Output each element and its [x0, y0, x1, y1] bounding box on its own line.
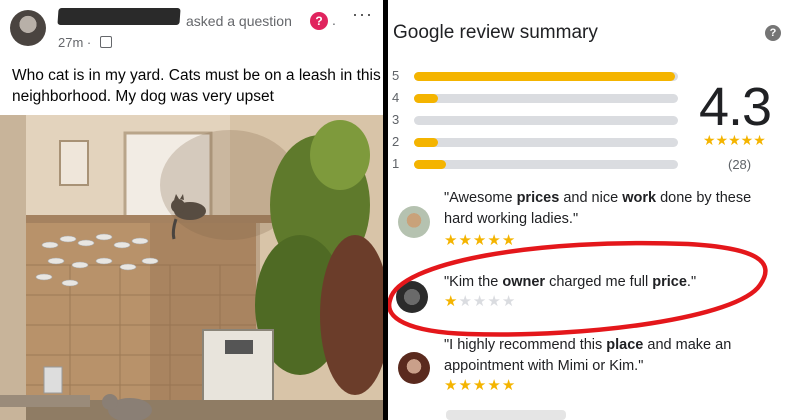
review-count[interactable]: (28) [728, 157, 751, 172]
rating-bar-track [414, 72, 678, 81]
star-filled-icon: ★ [472, 377, 488, 394]
star-filled-icon: ★ [487, 232, 502, 249]
help-icon[interactable]: ? [765, 25, 781, 41]
review-summary-title: Google review summary [393, 22, 598, 43]
review-keyword: work [622, 190, 657, 206]
review-text-segment: charged me full [545, 274, 653, 290]
review-text: "I highly recommend this place and make … [444, 335, 784, 377]
post-photo[interactable] [0, 115, 383, 420]
star-empty-icon: ★ [487, 293, 502, 310]
facebook-post: asked a question ? . ··· 27m · Who cat i… [0, 0, 383, 420]
post-timestamp[interactable]: 27m · [58, 35, 91, 50]
review-text: "Awesome prices and nice work done by th… [444, 188, 784, 230]
header-dot: . [332, 12, 336, 28]
author-avatar[interactable] [10, 10, 46, 46]
post-body: Who cat is in my yard. Cats must be on a… [12, 67, 381, 105]
reviewer-avatar[interactable] [398, 206, 430, 238]
rating-bar-label: 3 [392, 112, 400, 127]
star-filled-icon: ★ [444, 232, 459, 249]
average-rating: 4.3 [699, 77, 772, 137]
star-empty-icon: ★ [501, 293, 517, 310]
star-empty-icon: ★ [472, 293, 488, 310]
author-name-redacted [57, 8, 181, 25]
rating-bar-label: 5 [392, 68, 400, 83]
rating-bar-track [414, 160, 678, 169]
average-stars: ★★★★★ [703, 132, 766, 148]
rating-bar-track [414, 116, 678, 125]
review-stars: ★★★★★ [444, 292, 516, 310]
star-empty-icon: ★ [458, 293, 473, 310]
review-text-segment: "I highly recommend this [444, 337, 607, 353]
review-text-segment: "Kim the [444, 274, 503, 290]
rating-bar-fill [414, 160, 446, 169]
rating-bar-label: 1 [392, 156, 400, 171]
reviewer-avatar[interactable] [398, 352, 430, 384]
star-filled-icon: ★ [472, 232, 488, 249]
rating-bar-fill [414, 138, 438, 147]
review-keyword: place [606, 337, 644, 353]
rating-bar-track [414, 94, 678, 103]
review-stars: ★★★★★ [444, 376, 516, 394]
review-keyword: prices [516, 190, 560, 206]
rating-bar-track [414, 138, 678, 147]
rating-bar-fill [414, 72, 676, 81]
next-review-cut-off [446, 410, 566, 420]
google-review-summary: Google review summary ? 54321 4.3 ★★★★★ … [388, 0, 800, 420]
audience-icon [100, 36, 112, 48]
review-text-segment: and nice [559, 190, 623, 206]
review-text-segment: ." [686, 274, 697, 290]
review-keyword: price [652, 274, 687, 290]
star-filled-icon: ★ [444, 293, 459, 310]
review-text: "Kim the owner charged me full price." [444, 272, 784, 293]
post-action-text: asked a question [186, 13, 292, 29]
more-options-icon[interactable]: ··· [352, 4, 373, 25]
star-filled-icon: ★ [501, 232, 517, 249]
star-filled-icon: ★ [444, 377, 459, 394]
star-filled-icon: ★ [501, 377, 517, 394]
review-text-segment: "Awesome [444, 190, 517, 206]
question-icon: ? [310, 12, 328, 30]
star-filled-icon: ★ [487, 377, 502, 394]
yard-photo-illustration [0, 115, 383, 420]
rating-bar-label: 2 [392, 134, 400, 149]
star-filled-icon: ★ [458, 232, 473, 249]
rating-bar-label: 4 [392, 90, 400, 105]
review-stars: ★★★★★ [444, 231, 516, 249]
star-filled-icon: ★ [458, 377, 473, 394]
review-keyword: owner [502, 274, 546, 290]
rating-bar-fill [414, 94, 438, 103]
reviewer-avatar[interactable] [396, 281, 428, 313]
